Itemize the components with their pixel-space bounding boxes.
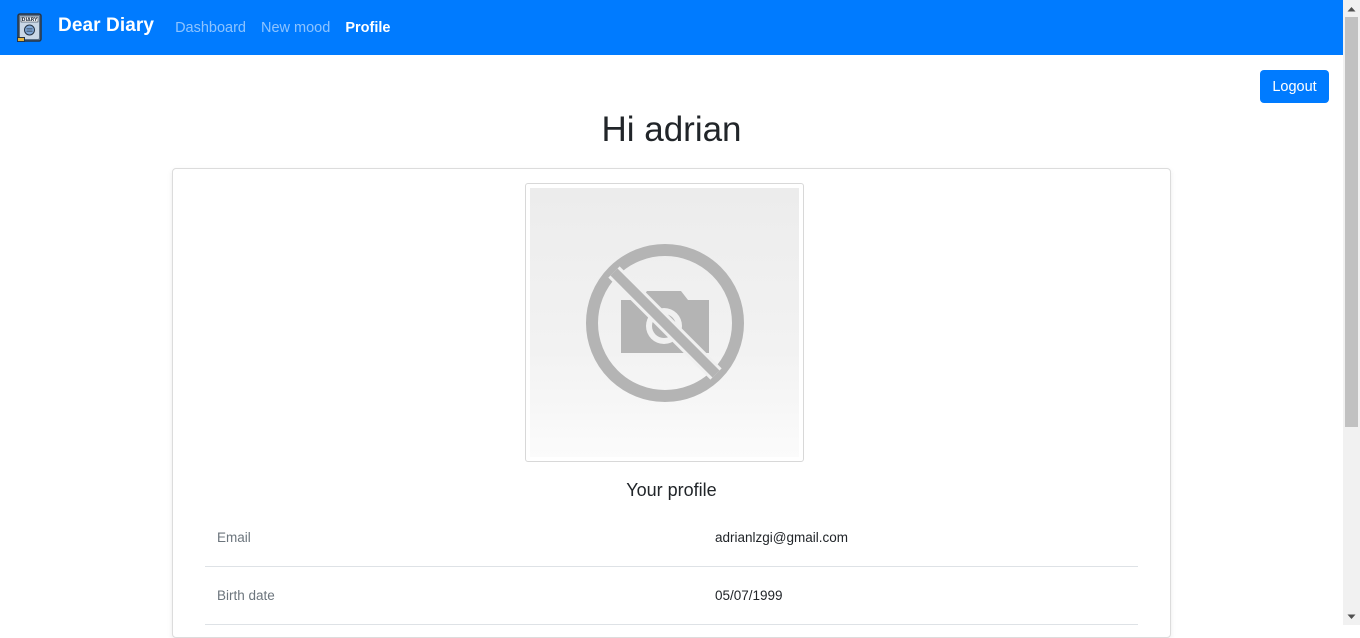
logout-button[interactable]: Logout: [1260, 70, 1329, 103]
nav-links: Dashboard New mood Profile: [175, 19, 405, 36]
profile-row-birth-date: Birth date 05/07/1999: [205, 567, 1138, 625]
page-title: Hi adrian: [601, 110, 742, 149]
nav-link-dashboard[interactable]: Dashboard: [175, 20, 246, 36]
scroll-down-arrow-icon[interactable]: [1343, 608, 1360, 625]
nav-link-profile[interactable]: Profile: [345, 20, 390, 36]
profile-card: Your profile Email adrianlzgi@gmail.com …: [172, 168, 1171, 638]
brand-name: Dear Diary: [58, 14, 155, 36]
nav-link-new-mood[interactable]: New mood: [261, 20, 330, 36]
navbar: DIARY Dear Diary Dashboard New mood Prof…: [0, 0, 1343, 55]
profile-info-table: Email adrianlzgi@gmail.com Birth date 05…: [205, 509, 1138, 625]
email-value: adrianlzgi@gmail.com: [715, 530, 849, 545]
no-photo-icon: [585, 243, 744, 402]
brand-link[interactable]: DIARY Dear Diary: [16, 12, 155, 43]
scroll-up-arrow-icon[interactable]: [1343, 0, 1360, 17]
vertical-scrollbar[interactable]: [1343, 0, 1360, 625]
scrollbar-thumb[interactable]: [1345, 17, 1358, 427]
logo-text: DIARY: [22, 17, 38, 23]
birth-date-label: Birth date: [217, 588, 275, 603]
diary-logo-icon: DIARY: [17, 12, 42, 42]
profile-heading: Your profile: [626, 480, 717, 500]
email-label: Email: [217, 530, 251, 545]
profile-row-email: Email adrianlzgi@gmail.com: [205, 509, 1138, 567]
profile-photo: [525, 183, 804, 462]
birth-date-value: 05/07/1999: [715, 588, 783, 603]
